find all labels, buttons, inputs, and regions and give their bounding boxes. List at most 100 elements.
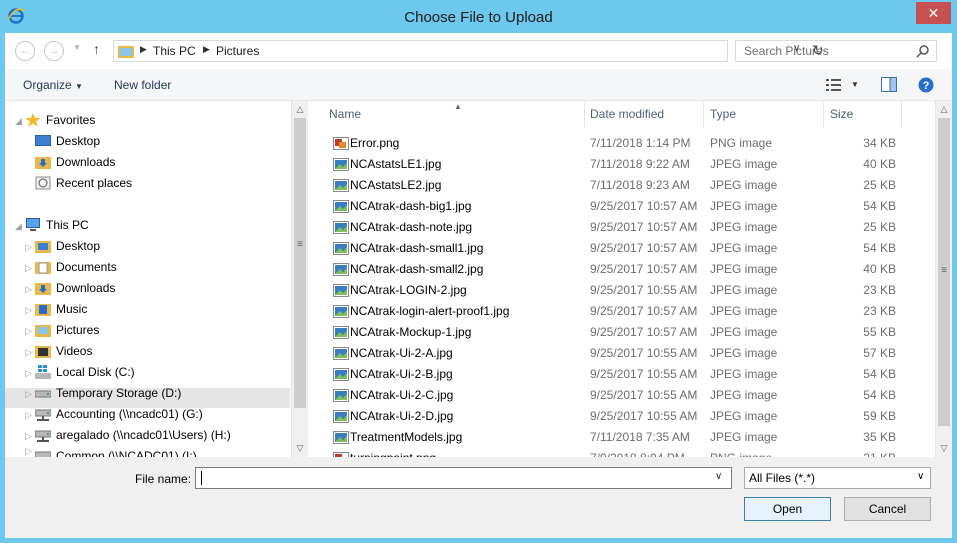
nav-item-local-disk[interactable]: Local Disk (C:) xyxy=(35,362,135,382)
close-button[interactable]: ✕ xyxy=(916,2,951,24)
nav-item-documents[interactable]: Documents xyxy=(35,257,117,277)
documents-folder-icon xyxy=(35,262,51,274)
collapsed-arrow-icon[interactable]: ▷ xyxy=(25,284,33,295)
file-row[interactable]: Error.png 7/11/2018 1:14 PM PNG image 34 KB xyxy=(309,133,934,154)
file-size: 34 KB xyxy=(863,136,896,150)
file-row[interactable]: turningpoint.png7/9/2018 8:04 PMPNG imag… xyxy=(309,448,934,457)
nav-item-accounting-drive[interactable]: Accounting (\\ncadc01) (G:) xyxy=(35,404,203,424)
nav-item-music[interactable]: Music xyxy=(35,299,87,319)
help-icon[interactable]: ? xyxy=(918,77,934,93)
breadcrumb-separator-icon: ▶ xyxy=(140,44,147,54)
collapsed-arrow-icon[interactable]: ▷ xyxy=(25,326,33,337)
scroll-down-arrow-icon[interactable]: ▽ xyxy=(936,440,952,457)
file-size: 57 KB xyxy=(863,346,896,360)
collapsed-arrow-icon[interactable]: ▷ xyxy=(25,263,33,274)
music-folder-icon xyxy=(35,304,51,316)
open-button[interactable]: Open xyxy=(744,497,831,521)
collapsed-arrow-icon[interactable]: ▷ xyxy=(25,305,33,316)
address-bar[interactable]: ▶ This PC ▶ Pictures ∨ ↻ xyxy=(113,40,824,62)
file-name-dropdown-chevron-icon[interactable]: ∨ xyxy=(715,471,722,482)
file-size: 55 KB xyxy=(863,325,896,339)
nav-item-videos[interactable]: Videos xyxy=(35,341,92,361)
nav-item-desktop[interactable]: Desktop xyxy=(35,236,100,256)
nav-scroll-thumb[interactable] xyxy=(294,118,306,408)
file-row[interactable]: NCAtrak-dash-small2.jpg 9/25/2017 10:57 A… xyxy=(309,259,934,280)
file-type: JPEG image xyxy=(710,157,778,171)
pictures-folder-icon xyxy=(35,325,51,337)
filter-dropdown-chevron-icon[interactable]: ∨ xyxy=(917,471,924,482)
file-type: JPEG image xyxy=(710,178,778,192)
nav-item-recent-places[interactable]: Recent places xyxy=(35,173,132,193)
file-row[interactable]: NCAstatsLE2.jpg 7/11/2018 9:23 AM JPEG ima… xyxy=(309,175,934,196)
expanded-arrow-icon[interactable]: ◢ xyxy=(15,221,23,232)
collapsed-arrow-icon[interactable]: ▷ xyxy=(25,446,33,457)
nav-this-pc[interactable]: This PC xyxy=(25,215,89,235)
forward-arrow-icon[interactable]: → xyxy=(44,41,64,61)
nav-item-temporary-storage[interactable]: Temporary Storage (D:) xyxy=(35,383,181,403)
navigation-pane: ◢ Favorites Desktop Downloads Recent pla… xyxy=(5,101,308,457)
file-name-input[interactable]: ∨ xyxy=(195,467,732,489)
title-bar[interactable]: Choose File to Upload ✕ xyxy=(0,0,957,34)
column-header-type[interactable]: Type xyxy=(704,101,824,127)
file-row[interactable]: NCAtrak-dash-small1.jpg 9/25/2017 10:57 A… xyxy=(309,238,934,259)
drive-icon xyxy=(35,390,51,398)
file-date-modified: 7/11/2018 1:14 PM xyxy=(590,136,691,150)
file-row[interactable]: NCAtrak-dash-big1.jpg 9/25/2017 10:57 AM J… xyxy=(309,196,934,217)
view-dropdown-chevron-icon[interactable]: ▼ xyxy=(851,80,859,89)
cancel-button[interactable]: Cancel xyxy=(844,497,931,521)
file-row[interactable]: NCAtrak-Mockup-1.jpg 9/25/2017 10:57 AM JP… xyxy=(309,322,934,343)
nav-favorites[interactable]: Favorites xyxy=(25,110,95,130)
file-row[interactable]: NCAtrak-dash-note.jpg 9/25/2017 10:57 AM J… xyxy=(309,217,934,238)
nav-item-downloads[interactable]: Downloads xyxy=(35,278,115,298)
file-type-filter-select[interactable]: All Files (*.*) ∨ xyxy=(744,467,931,489)
nav-clip: ▷ Common (\\NCADC01) (I:) xyxy=(5,446,291,457)
nav-item-label: Temporary Storage (D:) xyxy=(56,386,182,400)
collapsed-arrow-icon[interactable]: ▷ xyxy=(25,347,33,358)
scroll-up-arrow-icon[interactable]: △ xyxy=(292,101,308,118)
breadcrumb-this-pc[interactable]: This PC xyxy=(153,44,196,58)
file-row[interactable]: NCAtrak-login-alert-proof1.jpg 9/25/2017 … xyxy=(309,301,934,322)
jpeg-file-icon xyxy=(333,368,349,381)
nav-scrollbar[interactable]: △ ≡ ▽ xyxy=(291,101,308,457)
breadcrumb-pictures[interactable]: Pictures xyxy=(216,44,259,58)
file-date-modified: 7/11/2018 7:35 AM xyxy=(590,430,690,444)
jpeg-file-icon xyxy=(333,284,349,297)
file-date-modified: 9/25/2017 10:57 AM xyxy=(590,304,698,318)
up-arrow-icon[interactable]: ↑ xyxy=(93,41,100,57)
nav-item-pictures[interactable]: Pictures xyxy=(35,320,99,340)
nav-item-common-drive[interactable]: Common (\\NCADC01) (I:) xyxy=(35,446,197,457)
collapsed-arrow-icon[interactable]: ▷ xyxy=(25,242,33,253)
collapsed-arrow-icon[interactable]: ▷ xyxy=(25,389,33,400)
file-list-scrollbar[interactable]: △ ≡ ▽ xyxy=(935,101,952,457)
search-box[interactable]: Search Pictures xyxy=(735,40,937,62)
back-arrow-icon[interactable]: ← xyxy=(15,41,35,61)
preview-pane-icon[interactable] xyxy=(881,77,897,92)
file-row[interactable]: NCAtrak-Ui-2-B.jpg 9/25/2017 10:55 AM JPEG… xyxy=(309,364,934,385)
nav-item-aregalado-drive[interactable]: aregalado (\\ncadc01\Users) (H:) xyxy=(35,425,231,445)
file-row[interactable]: NCAstatsLE1.jpg 7/11/2018 9:22 AM JPEG ima… xyxy=(309,154,934,175)
file-row[interactable]: NCAtrak-Ui-2-A.jpg 9/25/2017 10:55 AM JPEG… xyxy=(309,343,934,364)
collapsed-arrow-icon[interactable]: ▷ xyxy=(25,431,33,442)
collapsed-arrow-icon[interactable]: ▷ xyxy=(25,410,33,421)
file-name: NCAstatsLE2.jpg xyxy=(350,178,442,192)
recent-locations-chevron-icon[interactable]: ▼ xyxy=(73,43,81,52)
scroll-up-arrow-icon[interactable]: △ xyxy=(936,101,952,118)
file-row[interactable]: NCAtrak-Ui-2-D.jpg 9/25/2017 10:55 AM JPEG… xyxy=(309,406,934,427)
search-icon[interactable] xyxy=(916,44,930,58)
nav-item-label: Accounting (\\ncadc01) (G:) xyxy=(56,407,203,421)
file-row[interactable]: NCAtrak-Ui-2-C.jpg 9/25/2017 10:55 AM JPEG… xyxy=(309,385,934,406)
file-row[interactable]: TreatmentModels.jpg 7/11/2018 7:35 AM JPEG… xyxy=(309,427,934,448)
column-header-size[interactable]: Size xyxy=(824,101,902,127)
nav-item-favorites-desktop[interactable]: Desktop xyxy=(35,131,100,151)
new-folder-button[interactable]: New folder xyxy=(114,78,171,92)
scroll-down-arrow-icon[interactable]: ▽ xyxy=(292,440,308,457)
file-name: NCAstatsLE1.jpg xyxy=(350,157,442,171)
collapsed-arrow-icon[interactable]: ▷ xyxy=(25,368,33,379)
view-options-icon[interactable] xyxy=(826,78,842,92)
file-row[interactable]: NCAtrak-LOGIN-2.jpg 9/25/2017 10:55 AM JPE… xyxy=(309,280,934,301)
column-header-date[interactable]: Date modified xyxy=(584,101,704,127)
organize-button[interactable]: Organize ▼ xyxy=(23,78,83,92)
expanded-arrow-icon[interactable]: ◢ xyxy=(15,116,23,127)
organize-label: Organize xyxy=(23,78,72,92)
nav-item-favorites-downloads[interactable]: Downloads xyxy=(35,152,115,172)
